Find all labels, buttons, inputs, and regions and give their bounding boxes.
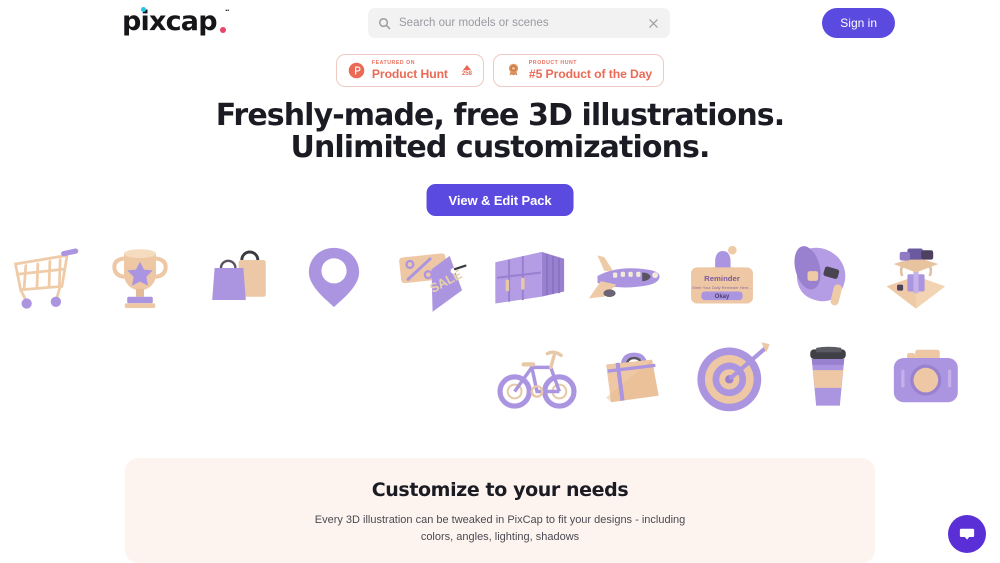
- bicycle-illustration[interactable]: [488, 328, 585, 424]
- view-and-edit-pack-button[interactable]: View & Edit Pack: [426, 184, 574, 216]
- shopping-bags-illustration[interactable]: [188, 228, 285, 324]
- reminder-title: Reminder: [704, 274, 740, 283]
- upvote-indicator: 258: [461, 64, 472, 77]
- badge-product-of-the-day[interactable]: PRODUCT HUNT #5 Product of the Day: [492, 54, 665, 87]
- camera-illustration[interactable]: [876, 328, 973, 424]
- illustration-row-1: SALE Reminder Enter Your Daily Reminder …: [0, 228, 994, 324]
- product-hunt-badges: FEATURED ON Product Hunt 258 PRODUCT HUN…: [0, 54, 1000, 87]
- reminder-card-illustration[interactable]: Reminder Enter Your Daily Reminder Here.…: [673, 228, 770, 324]
- search-bar[interactable]: [368, 8, 670, 38]
- sign-in-button[interactable]: Sign in: [822, 8, 895, 38]
- illustration-gallery: SALE Reminder Enter Your Daily Reminder …: [0, 228, 1000, 428]
- reminder-body: Enter Your Daily Reminder Here...: [692, 285, 751, 290]
- page-title: Freshly-made, free 3D illustrations. Unl…: [0, 100, 1000, 164]
- partial-illustration[interactable]: [964, 228, 1000, 324]
- trophy-illustration[interactable]: [91, 228, 188, 324]
- partial-illustration-2[interactable]: [973, 328, 1000, 424]
- illustration-row-2: [0, 328, 1000, 424]
- pixcap-landing-page: pixcap ·· Sign in: [0, 0, 1000, 563]
- shopping-cart-illustration[interactable]: [0, 228, 91, 324]
- delivery-bag-illustration[interactable]: [585, 328, 682, 424]
- chat-bubble-icon: [959, 528, 975, 540]
- logo-trademark-icon: ··: [225, 7, 229, 15]
- logo-wordmark: pixcap: [122, 6, 218, 37]
- coffee-cup-illustration[interactable]: [779, 328, 876, 424]
- badge-title: Product Hunt: [371, 66, 448, 81]
- upvote-triangle-icon: [462, 64, 471, 70]
- badge-title: #5 Product of the Day: [528, 66, 653, 81]
- site-header: pixcap ·· Sign in: [0, 0, 1000, 46]
- target-dartboard-illustration[interactable]: [682, 328, 779, 424]
- logo-period-dot-icon: [219, 27, 226, 33]
- badge-featured-on-product-hunt[interactable]: FEATURED ON Product Hunt 258: [335, 54, 484, 87]
- airplane-illustration[interactable]: [576, 228, 673, 324]
- location-pin-illustration[interactable]: [285, 228, 382, 324]
- promo-description: Every 3D illustration can be tweaked in …: [314, 514, 686, 544]
- product-hunt-medal-icon: [508, 63, 519, 76]
- upvote-count: 258: [461, 70, 472, 77]
- promo-title: Customize to your needs: [371, 479, 629, 501]
- pixcap-logo[interactable]: pixcap ··: [122, 6, 229, 37]
- chat-widget-button[interactable]: [948, 515, 986, 553]
- gift-box-illustration[interactable]: [867, 228, 964, 324]
- headline-line-2: Unlimited customizations.: [290, 129, 711, 165]
- product-hunt-logo-icon: [348, 62, 365, 79]
- search-input[interactable]: [399, 17, 647, 29]
- shipping-container-illustration[interactable]: [479, 228, 576, 324]
- search-icon: [378, 17, 391, 29]
- megaphone-illustration[interactable]: [770, 228, 867, 324]
- close-icon[interactable]: [647, 17, 660, 30]
- customize-promo-card: Customize to your needs Every 3D illustr…: [125, 458, 875, 563]
- reminder-button: Okay: [714, 294, 729, 300]
- logo-i-dot-icon: [141, 7, 146, 12]
- sale-tag-illustration[interactable]: SALE: [382, 228, 479, 324]
- headline-line-1: Freshly-made, free 3D illustrations.: [215, 98, 785, 133]
